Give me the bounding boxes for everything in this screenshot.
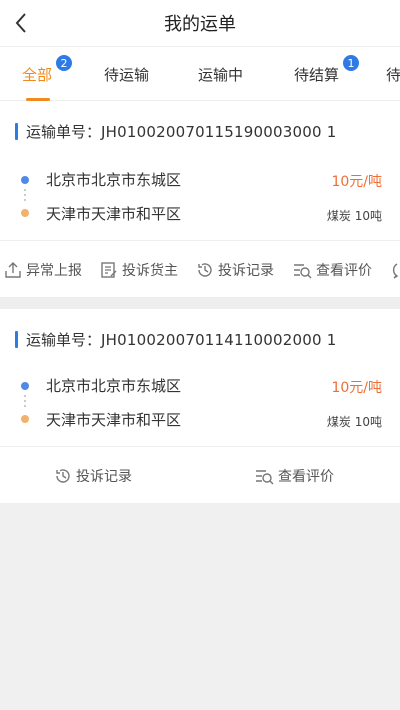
list-search-icon: [294, 264, 312, 279]
destination-city: 天津市天津市和平区: [46, 205, 182, 223]
clock-history-icon: [198, 263, 212, 277]
origin-city: 北京市北京市东城区: [46, 171, 182, 189]
action-bar: 异常上报 投诉货主 投诉记录 查看评价: [0, 242, 400, 298]
tab-all[interactable]: 全部: [22, 47, 52, 101]
origin-city: 北京市北京市东城区: [46, 377, 182, 395]
route-dash: [24, 405, 26, 407]
order-number-row: 运输单号： JH010020070115190003000 1: [15, 121, 336, 142]
order-card[interactable]: 运输单号： JH010020070114110002000 1 北京市北京市东城…: [0, 309, 400, 503]
order-card[interactable]: 运输单号： JH010020070115190003000 1 北京市北京市东城…: [0, 101, 400, 297]
complaint-records-button[interactable]: 投诉记录: [196, 242, 274, 298]
tab-label: 待结算: [294, 65, 340, 84]
origin-dot-icon: [21, 382, 29, 390]
report-exception-button[interactable]: 异常上报: [4, 242, 82, 298]
complaint-records-button[interactable]: 投诉记录: [54, 448, 132, 504]
tab-pending-transport[interactable]: 待运输: [104, 47, 149, 101]
route-dash: [24, 395, 26, 397]
empty-area: [0, 503, 400, 710]
tab-in-transit[interactable]: 运输中: [198, 47, 243, 101]
tab-more[interactable]: 待: [386, 47, 400, 101]
order-number-label: 运输单号：: [26, 331, 102, 349]
app: 我的运单 全部 2 待运输 运输中 待结算 1 待 运输单号： JH010020…: [0, 0, 400, 710]
action-label: 投诉记录: [76, 469, 132, 485]
origin-dot-icon: [21, 176, 29, 184]
tab-label: 运输中: [198, 65, 244, 84]
action-label: 查看评价: [278, 469, 334, 485]
order-number: JH010020070114110002000 1: [101, 330, 337, 349]
upload-icon: [5, 262, 21, 278]
tab-pending-settlement[interactable]: 待结算: [294, 47, 339, 101]
clock-history-icon: [56, 469, 70, 483]
tab-badge: 1: [343, 55, 359, 71]
section-gap: [0, 297, 400, 309]
route-dash: [24, 199, 26, 201]
nav-bar: 我的运单: [0, 0, 400, 47]
view-review-button[interactable]: 查看评价: [254, 448, 334, 504]
tab-label: 待运输: [104, 65, 150, 84]
tab-bar: 全部 2 待运输 运输中 待结算 1 待: [0, 47, 400, 101]
action-label: 投诉货主: [122, 263, 178, 279]
cargo-info: 煤炭 10吨: [326, 415, 382, 429]
back-button[interactable]: [6, 8, 36, 38]
tab-label: 全部: [22, 65, 53, 84]
destination-city: 天津市天津市和平区: [46, 411, 182, 429]
document-edit-icon: [101, 262, 117, 278]
accent-bar: [15, 123, 18, 140]
list-search-icon: [256, 470, 274, 485]
action-label: 异常上报: [26, 263, 82, 279]
tab-label: 待: [386, 65, 400, 84]
route-dash: [24, 189, 26, 191]
accent-bar: [15, 331, 18, 348]
destination-dot-icon: [21, 415, 29, 423]
action-label: 投诉记录: [218, 263, 274, 279]
cargo-info: 煤炭 10吨: [326, 209, 382, 223]
tab-badge: 2: [56, 55, 72, 71]
order-number-row: 运输单号： JH010020070114110002000 1: [15, 329, 336, 350]
order-number: JH010020070115190003000 1: [101, 122, 337, 141]
complain-shipper-button[interactable]: 投诉货主: [100, 242, 178, 298]
view-review-button[interactable]: 查看评价: [292, 242, 372, 298]
action-bar: 投诉记录 查看评价: [0, 448, 400, 504]
price: 10元/吨: [331, 380, 382, 396]
order-number-label: 运输单号：: [26, 123, 102, 141]
chat-bubble-icon: [392, 263, 399, 279]
divider: [0, 240, 400, 241]
price: 10元/吨: [331, 174, 382, 190]
divider: [0, 446, 400, 447]
route-dash: [24, 400, 26, 402]
chevron-left-icon: [15, 13, 26, 33]
route-dash: [24, 194, 26, 196]
action-label: 查看评价: [316, 263, 372, 279]
destination-dot-icon: [21, 209, 29, 217]
chat-button[interactable]: [388, 242, 400, 298]
page-title: 我的运单: [164, 14, 236, 35]
